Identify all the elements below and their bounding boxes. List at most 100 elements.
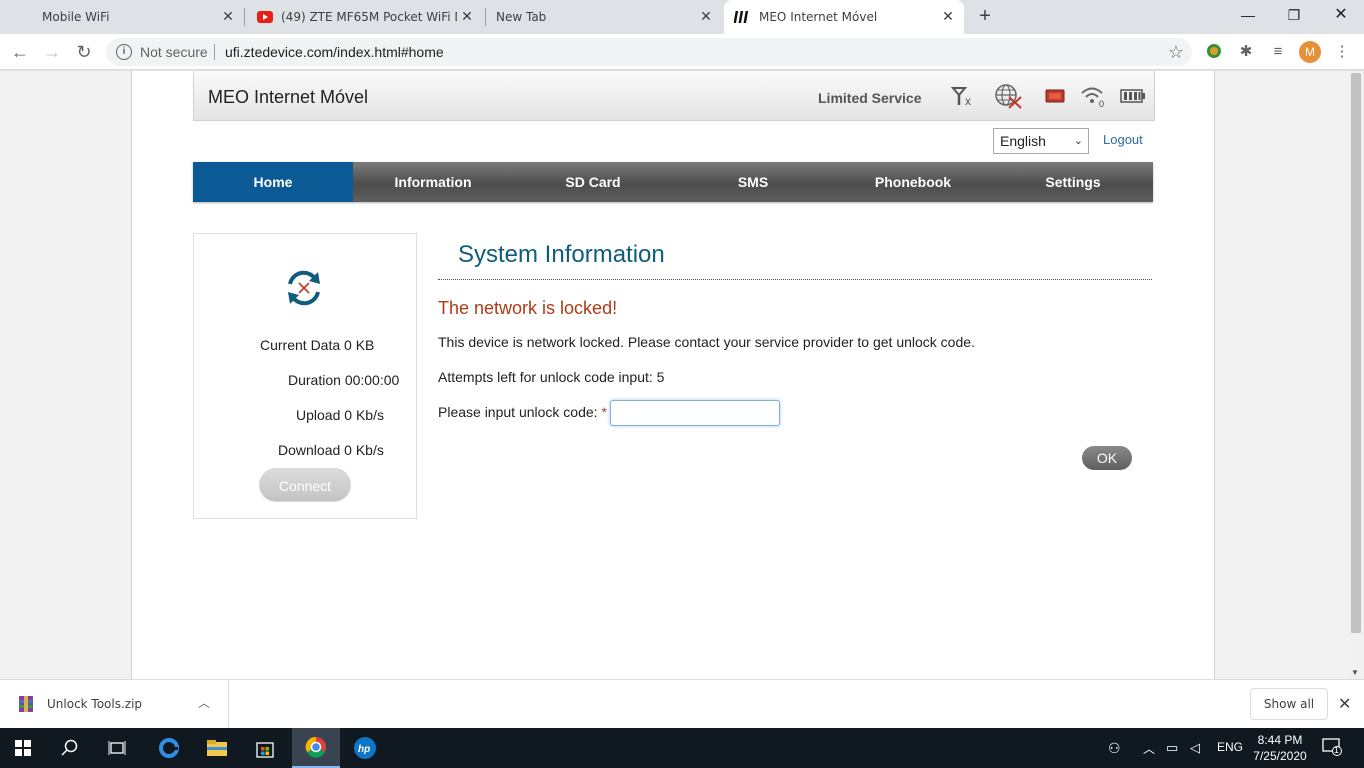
sim-card-icon: [1045, 89, 1065, 103]
current-data-label: Current Data: [260, 337, 341, 353]
title-divider: [438, 279, 1152, 280]
window-close-button[interactable]: ✕: [1318, 4, 1364, 28]
tab-close-icon[interactable]: ✕: [459, 9, 475, 25]
bookmark-star-icon[interactable]: ☆: [1168, 42, 1184, 63]
download-item[interactable]: Unlock Tools.zip ︿: [0, 680, 229, 729]
meo-logo-icon: [734, 11, 749, 23]
tab-mobile-wifi[interactable]: Mobile WiFi ✕: [8, 0, 244, 34]
upload-row: Upload 0 Kb/s: [296, 407, 384, 423]
menu-item-information[interactable]: Information: [353, 162, 513, 202]
language-select[interactable]: English ⌄: [993, 128, 1089, 154]
menu-item-home[interactable]: Home: [193, 162, 353, 202]
shelf-close-icon[interactable]: ✕: [1338, 694, 1351, 714]
duration-value: 00:00:00: [344, 372, 400, 388]
unlock-code-input[interactable]: [610, 400, 780, 426]
download-shelf: Unlock Tools.zip ︿ Show all ✕: [0, 679, 1364, 729]
browser-tab-strip: Mobile WiFi ✕ (49) ZTE MF65M Pocket WiFi…: [0, 0, 1364, 34]
wifi-client-count: 0: [1099, 99, 1104, 109]
volume-icon[interactable]: ◁: [1190, 740, 1200, 756]
youtube-icon: [257, 11, 273, 23]
router-brand: MEO Internet Móvel: [208, 87, 369, 107]
restore-button[interactable]: ❐: [1271, 4, 1317, 28]
new-tab-button[interactable]: +: [974, 6, 996, 28]
omnibox-divider: [214, 44, 215, 60]
input-language[interactable]: ENG: [1217, 740, 1243, 754]
download-label: Download: [278, 442, 341, 458]
attempts-left: Attempts left for unlock code input: 5: [438, 369, 665, 385]
logout-link[interactable]: Logout: [1103, 132, 1143, 147]
download-file-name: Unlock Tools.zip: [47, 697, 143, 711]
scroll-down-arrow-icon[interactable]: ▼: [1351, 668, 1359, 677]
menu-item-phonebook[interactable]: Phonebook: [833, 162, 993, 202]
ok-button[interactable]: OK: [1082, 446, 1132, 470]
minimize-button[interactable]: —: [1225, 4, 1271, 28]
wifi-icon: 0: [1081, 87, 1104, 109]
back-arrow-icon[interactable]: ←: [8, 40, 32, 64]
tab-meo-active[interactable]: MEO Internet Móvel ✕: [724, 0, 964, 34]
current-data-row: Current Data 0 KB: [260, 337, 374, 353]
tab-new-tab[interactable]: New Tab ✕: [486, 0, 722, 34]
search-icon[interactable]: [47, 728, 93, 768]
task-view-icon[interactable]: [94, 728, 140, 768]
url-text[interactable]: ufi.ztedevice.com/index.html#home: [225, 44, 444, 60]
media-queue-icon[interactable]: ≡: [1268, 42, 1288, 62]
upload-label: Upload: [296, 407, 341, 423]
main-menu: Home Information SD Card SMS Phonebook S…: [193, 162, 1153, 202]
people-icon[interactable]: ⚇: [1108, 740, 1121, 757]
system-clock[interactable]: 8:44 PM 7/25/2020: [1250, 732, 1310, 764]
tab-close-icon[interactable]: ✕: [698, 9, 714, 25]
tab-youtube-zte[interactable]: (49) ZTE MF65M Pocket WiFi Det ✕: [245, 0, 483, 34]
profile-avatar[interactable]: M: [1299, 41, 1321, 63]
edge-browser-icon[interactable]: [146, 728, 192, 768]
tab-close-icon[interactable]: ✕: [220, 9, 236, 25]
notification-count: 1: [1334, 745, 1340, 755]
chevron-down-icon: ⌄: [1073, 135, 1083, 147]
page-viewport: MEO Internet Móvel Limited Service x 0 E…: [0, 71, 1364, 679]
windows-taskbar: hp ⚇ ︿ ▭ ◁ ENG 8:44 PM 7/25/2020 1: [0, 728, 1364, 768]
unlock-code-label: Please input unlock code:: [438, 404, 598, 420]
required-mark: *: [601, 404, 607, 420]
network-icon[interactable]: ▭: [1166, 740, 1178, 756]
service-status: Limited Service: [818, 90, 922, 106]
microsoft-store-icon[interactable]: [242, 728, 288, 768]
battery-icon: [1120, 89, 1145, 103]
connection-status-panel: Current Data 0 KB Duration 00:00:00 Uplo…: [193, 233, 417, 519]
tab-title: MEO Internet Móvel: [759, 10, 878, 24]
reload-icon[interactable]: ↻: [72, 40, 96, 64]
tab-title: Mobile WiFi: [42, 10, 110, 24]
menu-item-sd-card[interactable]: SD Card: [513, 162, 673, 202]
hp-app-icon[interactable]: hp: [342, 728, 388, 768]
locked-message: This device is network locked. Please co…: [438, 334, 975, 350]
browser-toolbar: ← → ↻ i Not secure ufi.ztedevice.com/ind…: [0, 34, 1364, 70]
menu-item-settings[interactable]: Settings: [993, 162, 1153, 202]
extension-globe-icon[interactable]: [1204, 42, 1224, 62]
forward-arrow-icon[interactable]: →: [40, 40, 64, 64]
page-scrollbar[interactable]: ▼: [1348, 71, 1364, 679]
windows-start-icon[interactable]: [0, 728, 46, 768]
chrome-taskbar-icon[interactable]: [292, 728, 340, 768]
disconnected-sync-icon: [288, 270, 320, 306]
clock-time: 8:44 PM: [1257, 733, 1303, 747]
current-data-value: 0 KB: [344, 337, 375, 353]
file-explorer-icon[interactable]: [194, 728, 240, 768]
duration-row: Duration 00:00:00: [288, 372, 399, 388]
upload-value: 0 Kb/s: [344, 407, 384, 423]
chevron-up-icon[interactable]: ︿: [198, 694, 210, 711]
tray-overflow-chevron-icon[interactable]: ︿: [1143, 740, 1155, 757]
clock-date: 7/25/2020: [1253, 749, 1307, 763]
scrollbar-thumb[interactable]: [1351, 73, 1361, 633]
duration-label: Duration: [288, 372, 341, 388]
tab-close-icon[interactable]: ✕: [940, 9, 956, 25]
extensions-puzzle-icon[interactable]: ✱: [1236, 42, 1256, 62]
menu-item-sms[interactable]: SMS: [673, 162, 833, 202]
address-bar[interactable]: i Not secure ufi.ztedevice.com/index.htm…: [106, 38, 1192, 66]
language-selected: English: [1000, 133, 1046, 149]
info-icon[interactable]: i: [116, 44, 132, 60]
show-all-button[interactable]: Show all: [1250, 688, 1328, 720]
svg-text:hp: hp: [358, 744, 370, 755]
svg-text:x: x: [965, 94, 971, 108]
action-center-icon[interactable]: 1: [1322, 738, 1344, 758]
menu-kebab-icon[interactable]: ⋮: [1332, 42, 1352, 62]
security-label: Not secure: [140, 44, 208, 60]
connect-button[interactable]: Connect: [259, 468, 351, 502]
